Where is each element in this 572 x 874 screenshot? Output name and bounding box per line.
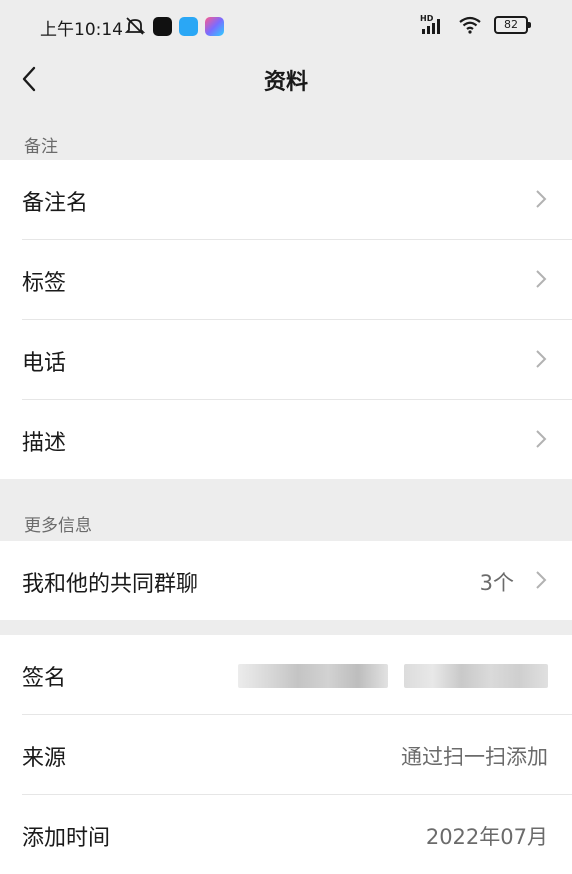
- section-header-label: 备注: [24, 137, 58, 157]
- row-source: 来源 通过扫一扫添加: [22, 715, 572, 795]
- message-app-icon: [179, 16, 198, 36]
- row-label: 备注名: [22, 191, 89, 216]
- status-system-icons: HD 82: [420, 14, 531, 36]
- row-label: 签名: [22, 666, 67, 691]
- navigation-bar: 资料: [0, 52, 572, 110]
- row-remark-name[interactable]: 备注名: [22, 160, 572, 240]
- row-label: 我和他的共同群聊: [22, 572, 199, 597]
- chevron-right-icon: [536, 430, 547, 448]
- battery-icon: 82: [494, 16, 531, 34]
- row-label: 描述: [22, 431, 67, 456]
- chevron-right-icon: [536, 190, 547, 208]
- source-value: 通过扫一扫添加: [401, 745, 548, 769]
- page-title: 资料: [263, 70, 308, 95]
- remark-group: 备注名 标签 电话 描述: [0, 160, 572, 479]
- row-common-groups[interactable]: 我和他的共同群聊 3个: [22, 541, 572, 620]
- chevron-right-icon: [536, 571, 547, 589]
- row-tags[interactable]: 标签: [22, 240, 572, 320]
- section-header-label: 更多信息: [24, 516, 92, 536]
- row-label: 标签: [22, 271, 67, 296]
- mute-bell-icon: [124, 17, 146, 35]
- chevron-right-icon: [536, 270, 547, 288]
- status-time: 上午10:14: [40, 20, 123, 40]
- multicolor-app-icon: [205, 16, 224, 36]
- profile-info-group: 签名 来源 通过扫一扫添加 添加时间 2022年07月: [0, 635, 572, 874]
- tiktok-app-icon: [153, 16, 172, 36]
- status-notification-icons: [124, 16, 224, 36]
- row-label: 来源: [22, 746, 67, 771]
- signal-icon: HD: [420, 14, 440, 34]
- section-header-more-info: 更多信息: [0, 479, 572, 541]
- row-label: 添加时间: [22, 826, 111, 851]
- wifi-icon: [459, 16, 481, 34]
- row-description[interactable]: 描述: [22, 400, 572, 479]
- svg-text:HD: HD: [420, 14, 434, 23]
- row-signature: 签名: [22, 635, 572, 715]
- status-bar: 上午10:14 HD 82: [0, 0, 572, 52]
- row-label: 电话: [22, 351, 67, 376]
- chevron-right-icon: [536, 350, 547, 368]
- row-added-time: 添加时间 2022年07月: [22, 795, 572, 874]
- section-header-remark: 备注: [0, 110, 572, 160]
- more-info-group: 我和他的共同群聊 3个: [0, 541, 572, 620]
- common-groups-count: 3个: [479, 571, 514, 595]
- added-time-value: 2022年07月: [425, 825, 548, 849]
- row-phone[interactable]: 电话: [22, 320, 572, 400]
